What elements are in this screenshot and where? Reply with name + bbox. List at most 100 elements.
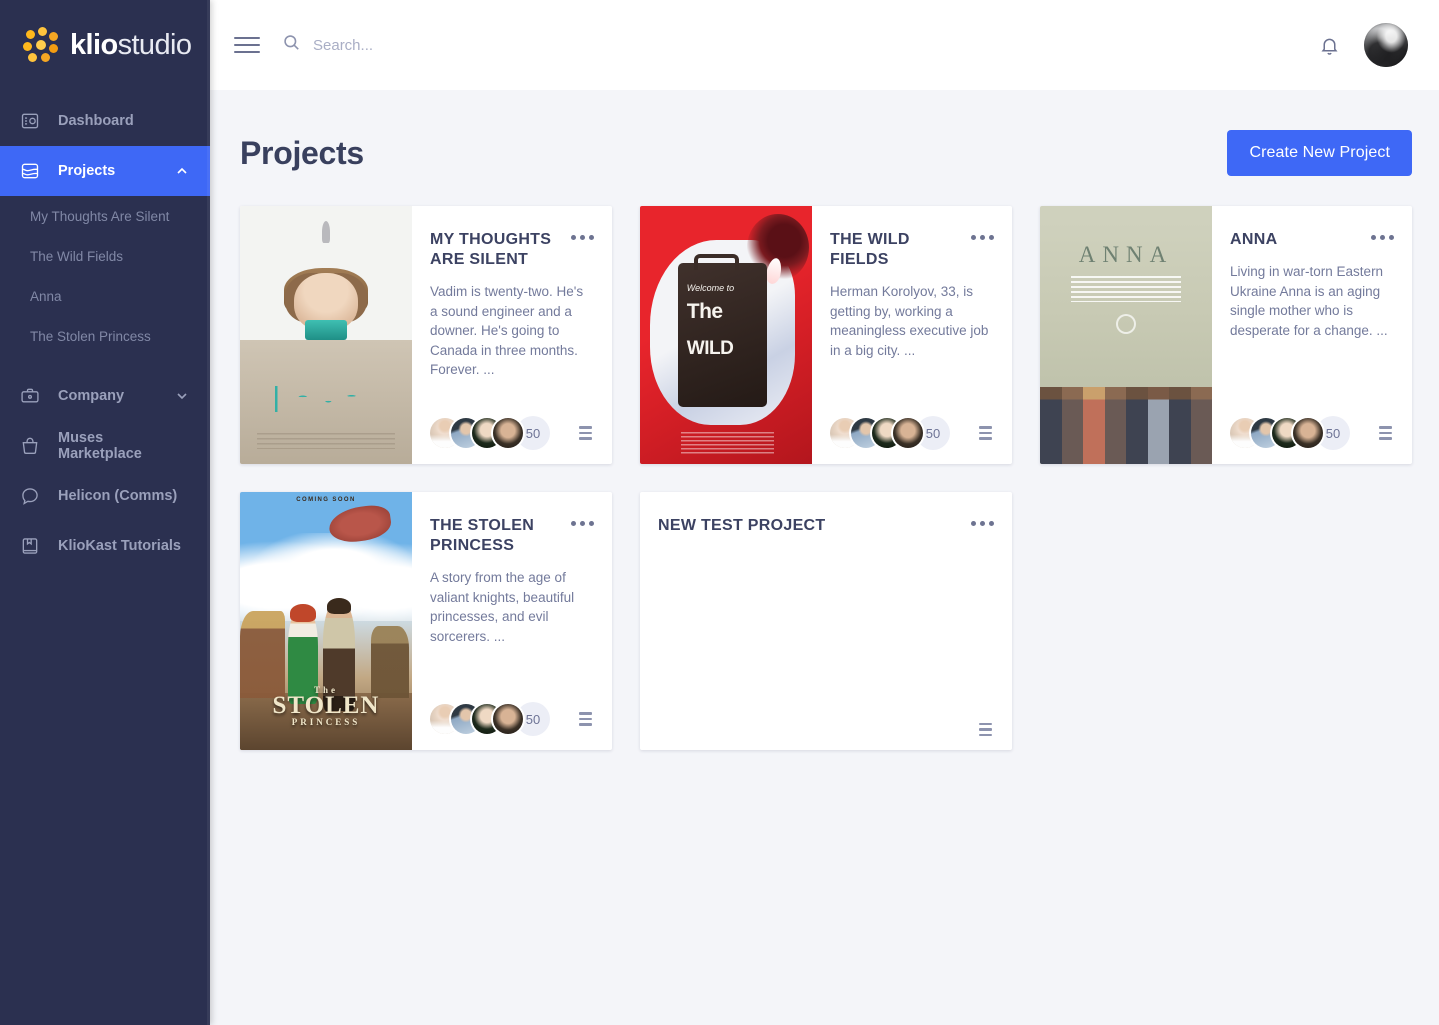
poster-text-line1: Welcome to: [686, 282, 735, 293]
project-card[interactable]: MY THOUGHTS ARE SILENT Vadim is twenty-t…: [240, 206, 612, 464]
search-icon: [282, 33, 301, 57]
create-new-project-button[interactable]: Create New Project: [1227, 130, 1412, 176]
project-card[interactable]: Welcome to The WILD THE WILD FIELDS Herm…: [640, 206, 1012, 464]
sidebar-item-label: KlioKast Tutorials: [58, 538, 181, 554]
project-card-body: MY THOUGHTS ARE SILENT Vadim is twenty-t…: [412, 206, 612, 464]
project-card[interactable]: COMING SOON The STOLEN PRINCESS THE STOL…: [240, 492, 612, 750]
project-description: Living in war-torn Eastern Ukraine Anna …: [1230, 264, 1388, 338]
member-avatar[interactable]: [493, 418, 523, 448]
page-content: Projects Create New Project MY THOUGHTS …: [210, 90, 1439, 1025]
sidebar-item-the-stolen-princess[interactable]: The Stolen Princess: [0, 316, 210, 356]
list-view-icon[interactable]: [979, 722, 994, 736]
sidebar-item-anna[interactable]: Anna: [0, 276, 210, 316]
project-card-footer: 50: [1230, 416, 1394, 450]
top-bar: [210, 0, 1439, 90]
projects-grid: MY THOUGHTS ARE SILENT Vadim is twenty-t…: [240, 206, 1412, 750]
sidebar-scrollbar[interactable]: [207, 0, 210, 1025]
project-card-body: THE STOLEN PRINCESS A story from the age…: [412, 492, 612, 750]
my-thoughts-are-silent-poster: [240, 206, 412, 464]
projects-icon: [20, 161, 46, 181]
sidebar-item-company[interactable]: Company: [0, 371, 210, 421]
project-card[interactable]: ANNA ANNA Living in war-torn Eastern Ukr…: [1040, 206, 1412, 464]
sidebar-item-dashboard[interactable]: Dashboard: [0, 96, 210, 146]
project-title: THE WILD FIELDS: [830, 231, 910, 268]
list-view-icon[interactable]: [1379, 426, 1394, 440]
chevron-up-icon[interactable]: [174, 163, 190, 179]
project-title: ANNA: [1230, 231, 1278, 248]
brand-logo[interactable]: kliostudio: [0, 0, 210, 90]
poster-coming-soon: COMING SOON: [296, 497, 356, 504]
poster-title: STOLEN: [272, 692, 380, 720]
main-area: Projects Create New Project MY THOUGHTS …: [210, 0, 1439, 1025]
project-card-footer: 50: [830, 416, 994, 450]
project-card-body: ANNA Living in war-torn Eastern Ukraine …: [1212, 206, 1412, 464]
project-card-body: NEW TEST PROJECT: [640, 492, 1012, 750]
sidebar-item-kliokast-tutorials[interactable]: KlioKast Tutorials: [0, 521, 210, 571]
sidebar-item-projects[interactable]: Projects: [0, 146, 210, 196]
page-header: Projects Create New Project: [240, 130, 1412, 176]
sidebar-item-label: Muses Marketplace: [58, 430, 142, 462]
list-view-icon[interactable]: [979, 426, 994, 440]
member-avatars[interactable]: 50: [1230, 416, 1350, 450]
poster-title: ANNA: [1078, 242, 1174, 268]
app-root: kliostudio Dashboard Projects My Thought…: [0, 0, 1439, 1025]
sidebar-item-label: Company: [58, 388, 125, 404]
book-icon: [20, 536, 46, 556]
bag-icon: [20, 436, 46, 456]
project-card-footer: 50: [430, 702, 594, 736]
more-options-icon[interactable]: [571, 516, 594, 526]
member-avatars[interactable]: 50: [830, 416, 950, 450]
more-options-icon[interactable]: [571, 230, 594, 240]
briefcase-icon: [20, 386, 46, 406]
flower-dots-logo-icon: [22, 26, 60, 64]
project-card[interactable]: NEW TEST PROJECT: [640, 492, 1012, 750]
member-avatars[interactable]: 50: [430, 416, 550, 450]
poster-text-line2: The: [686, 300, 723, 324]
page-title: Projects: [240, 134, 364, 171]
more-options-icon[interactable]: [1371, 230, 1394, 240]
poster-text-line3: WILD: [686, 337, 734, 359]
sidebar-item-muses-marketplace[interactable]: Muses Marketplace: [0, 421, 210, 471]
project-card-footer: [658, 722, 994, 736]
hamburger-icon[interactable]: [234, 37, 260, 53]
bell-icon[interactable]: [1319, 35, 1340, 56]
member-avatar[interactable]: [893, 418, 923, 448]
anna-poster: ANNA: [1040, 206, 1212, 464]
sidebar-item-label: Helicon (Comms): [58, 488, 178, 504]
project-description: Herman Korolyov, 33, is getting by, work…: [830, 284, 989, 358]
search-input[interactable]: [313, 36, 693, 54]
sidebar-nav: Dashboard Projects My Thoughts Are Silen…: [0, 90, 210, 571]
poster-subtitle: PRINCESS: [291, 717, 361, 728]
dashboard-icon: [20, 111, 46, 131]
sidebar: kliostudio Dashboard Projects My Thought…: [0, 0, 210, 1025]
list-view-icon[interactable]: [579, 426, 594, 440]
more-options-icon[interactable]: [971, 230, 994, 240]
sidebar-sub-label: The Wild Fields: [30, 248, 124, 264]
sidebar-item-label: Dashboard: [58, 113, 134, 129]
brand-name-light: studio: [117, 28, 192, 61]
project-title: THE STOLEN PRINCESS: [430, 517, 535, 554]
the-wild-fields-poster: Welcome to The WILD: [640, 206, 812, 464]
more-options-icon[interactable]: [971, 516, 994, 526]
avatar[interactable]: [1364, 23, 1408, 67]
sidebar-sub-label: My Thoughts Are Silent: [30, 208, 170, 224]
project-description: Vadim is twenty-two. He's a sound engine…: [430, 284, 584, 378]
brand-name: kliostudio: [70, 28, 192, 61]
member-avatar[interactable]: [1293, 418, 1323, 448]
search-bar[interactable]: [282, 33, 1319, 57]
the-stolen-princess-poster: COMING SOON The STOLEN PRINCESS: [240, 492, 412, 750]
chevron-down-icon[interactable]: [174, 388, 190, 404]
project-title: MY THOUGHTS ARE SILENT: [430, 231, 552, 268]
member-avatars[interactable]: 50: [430, 702, 550, 736]
list-view-icon[interactable]: [579, 712, 594, 726]
project-card-footer: 50: [430, 416, 594, 450]
brand-name-bold: klio: [70, 28, 118, 61]
sidebar-item-helicon-comms[interactable]: Helicon (Comms): [0, 471, 210, 521]
sidebar-item-my-thoughts-are-silent[interactable]: My Thoughts Are Silent: [0, 196, 210, 236]
member-avatar[interactable]: [493, 704, 523, 734]
sidebar-sub-label: The Stolen Princess: [30, 328, 151, 344]
sidebar-item-label: Projects: [58, 163, 116, 179]
project-title: NEW TEST PROJECT: [658, 517, 826, 534]
project-card-body: THE WILD FIELDS Herman Korolyov, 33, is …: [812, 206, 1012, 464]
sidebar-item-the-wild-fields[interactable]: The Wild Fields: [0, 236, 210, 276]
